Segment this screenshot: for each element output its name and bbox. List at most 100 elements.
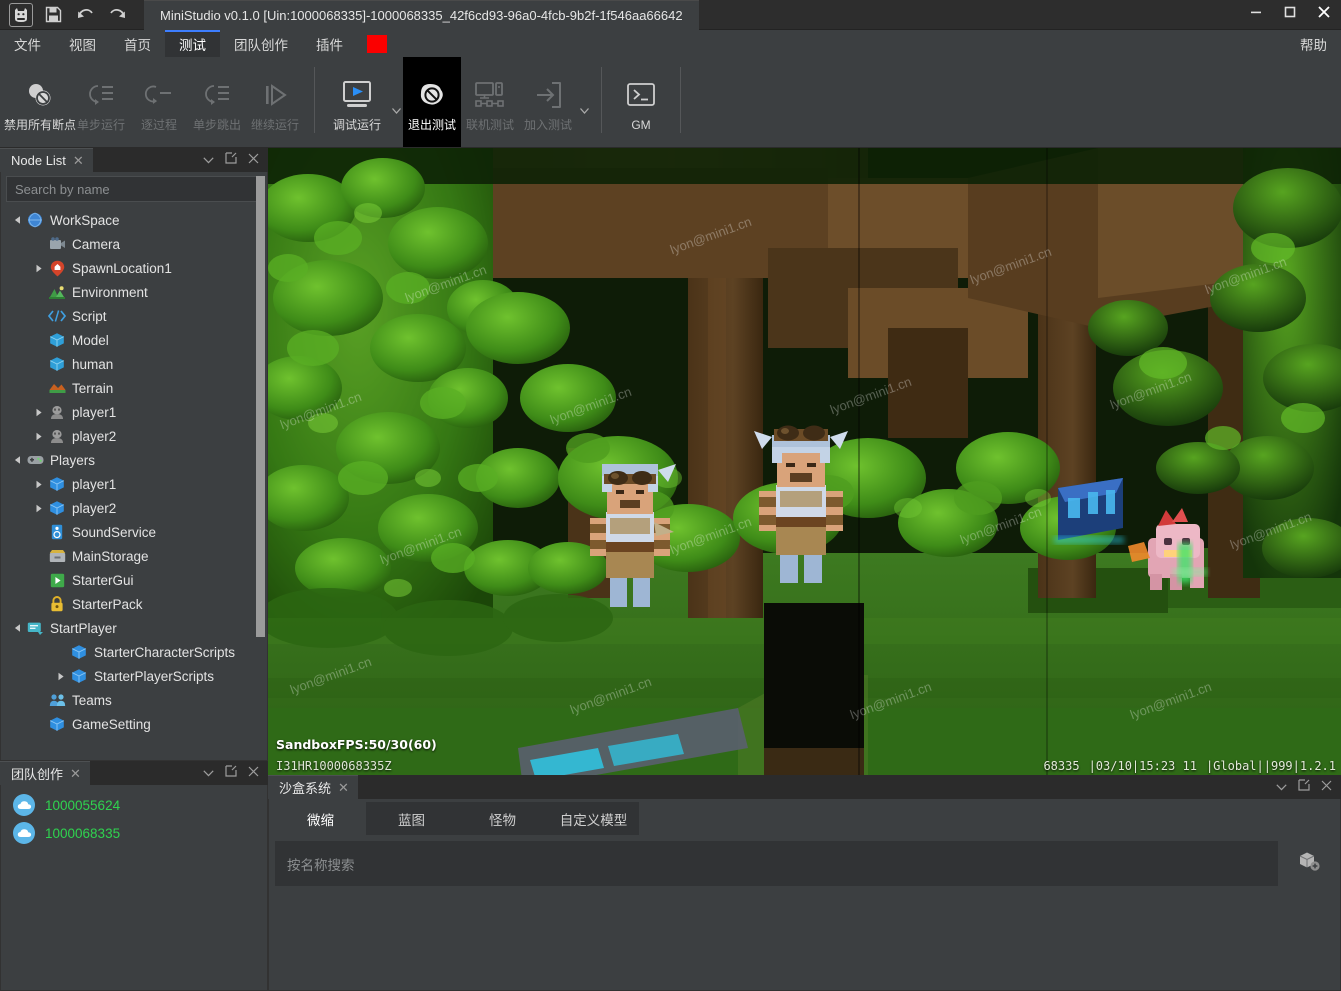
menu-item-home[interactable]: 首页 [110,30,165,57]
add-model-button[interactable] [1284,841,1334,886]
chevron-down-icon[interactable] [203,764,214,782]
close-icon[interactable]: ✕ [338,781,349,794]
tab-miniature[interactable]: 微缩 [275,802,366,835]
sandbox-search-input[interactable]: 按名称搜索 [275,841,1278,886]
team-member-row[interactable]: 1000068335 [1,819,267,847]
tab-monster[interactable]: 怪物 [457,802,548,835]
tree-item-player1[interactable]: player1 [1,472,267,496]
node-tree[interactable]: WorkSpace Camera SpawnLocation1 Environment… [1,206,267,760]
tree-scrollbar-thumb[interactable] [256,176,265,637]
twisty-expanded-icon[interactable] [9,456,25,464]
tree-item-teams[interactable]: Teams [1,688,267,712]
tree-item-model[interactable]: Model [1,328,267,352]
team-panel-actions [194,761,268,785]
tree-item-player2[interactable]: player2 [1,424,267,448]
twisty-expanded-icon[interactable] [9,216,25,224]
tree-item-script[interactable]: Script [1,304,267,328]
menu-item-view[interactable]: 视图 [55,30,110,57]
menu-item-team[interactable]: 团队创作 [220,30,302,57]
join-test-button[interactable]: 加入测试 [519,57,577,147]
minimize-button[interactable] [1239,0,1273,30]
search-input[interactable]: Search by name [6,176,262,202]
model-cube-icon [47,332,67,348]
main-body: Node List ✕ Search by name WorkSpace Cam… [0,148,1341,991]
tab-team-creation[interactable]: 团队创作 ✕ [0,761,90,785]
twisty-collapsed-icon[interactable] [31,432,47,441]
panel-close-icon[interactable] [1321,778,1332,796]
step-into-button[interactable]: 单步运行 [72,57,130,147]
tree-item-player1[interactable]: player1 [1,400,267,424]
debug-run-button[interactable]: 调试运行 [325,57,389,147]
menu-bar: 文件 视图 首页 测试 团队创作 插件 帮助 [0,30,1341,57]
team-member-row[interactable]: 1000055624 [1,791,267,819]
undock-icon[interactable] [225,151,237,169]
menu-item-file[interactable]: 文件 [0,30,55,57]
maximize-button[interactable] [1273,0,1307,30]
menu-item-help[interactable]: 帮助 [1286,30,1341,57]
environment-icon [47,285,67,299]
tree-item-camera[interactable]: Camera [1,232,267,256]
stop-test-button[interactable]: 退出测试 [403,57,461,147]
application-window: MiniStudio v0.1.0 [Uin:1000068335]-10000… [0,0,1341,991]
twisty-collapsed-icon[interactable] [31,480,47,489]
close-button[interactable] [1307,0,1341,30]
panel-close-icon[interactable] [248,764,259,782]
redo-button[interactable] [102,2,132,28]
undo-button[interactable] [70,2,100,28]
tree-scrollbar[interactable] [256,176,265,712]
app-logo-button[interactable] [6,2,36,28]
undock-icon[interactable] [1298,778,1310,796]
close-icon[interactable]: ✕ [73,154,84,167]
add-model-icon [1297,849,1321,878]
tab-blueprint[interactable]: 蓝图 [366,802,457,835]
multiplayer-test-button[interactable]: 联机测试 [461,57,519,147]
tab-custom-model[interactable]: 自定义模型 [548,802,639,835]
tree-item-player2[interactable]: player2 [1,496,267,520]
tree-item-startergui[interactable]: StarterGui [1,568,267,592]
twisty-collapsed-icon[interactable] [31,504,47,513]
menu-item-plugin[interactable]: 插件 [302,30,357,57]
starter-gui-icon [47,573,67,588]
tree-item-gamesetting[interactable]: GameSetting [1,712,267,736]
join-test-dropdown[interactable] [577,101,591,147]
tree-item-mainstorage[interactable]: MainStorage [1,544,267,568]
chevron-down-icon[interactable] [1276,778,1287,796]
game-viewport[interactable]: lyon@mini1.cn lyon@mini1.cn lyon@mini1.c… [268,148,1341,775]
tree-item-starterplayerscripts[interactable]: StarterPlayerScripts [1,664,267,688]
tree-item-workspace[interactable]: WorkSpace [1,208,267,232]
sandbox-panel-header: 沙盒系统 ✕ [268,775,1341,799]
twisty-collapsed-icon[interactable] [31,264,47,273]
twisty-collapsed-icon[interactable] [53,672,69,681]
tab-node-list[interactable]: Node List ✕ [0,148,93,172]
debug-run-dropdown[interactable] [389,101,403,147]
titlebar-drag-area [699,0,1239,29]
resume-button[interactable]: 继续运行 [246,57,304,147]
tree-item-soundservice[interactable]: SoundService [1,520,267,544]
recording-indicator-icon[interactable] [367,34,387,53]
tree-item-terrain[interactable]: Terrain [1,376,267,400]
gm-console-button[interactable]: GM [612,57,670,147]
sandbox-results-area[interactable] [275,892,1334,984]
tree-item-startercharacterscripts[interactable]: StarterCharacterScripts [1,640,267,664]
step-over-button[interactable]: 逐过程 [130,57,188,147]
disable-all-breakpoints-button[interactable]: 禁用所有断点 [4,57,76,147]
close-icon[interactable]: ✕ [70,767,81,780]
undock-icon[interactable] [225,764,237,782]
undo-icon [76,6,95,23]
twisty-collapsed-icon[interactable] [31,408,47,417]
tree-item-startplayer[interactable]: StartPlayer [1,616,267,640]
save-button[interactable] [38,2,68,28]
tree-item-human[interactable]: human [1,352,267,376]
twisty-expanded-icon[interactable] [9,624,25,632]
step-out-button[interactable]: 单步跳出 [188,57,246,147]
chevron-down-icon[interactable] [203,151,214,169]
tree-item-environment[interactable]: Environment [1,280,267,304]
tree-item-starterpack[interactable]: StarterPack [1,592,267,616]
team-member-id: 1000068335 [45,825,121,841]
panel-close-icon[interactable] [248,151,259,169]
menu-item-test[interactable]: 测试 [165,30,220,57]
tree-item-spawnlocation1[interactable]: SpawnLocation1 [1,256,267,280]
document-tab[interactable]: MiniStudio v0.1.0 [Uin:1000068335]-10000… [144,0,699,30]
tree-item-players[interactable]: Players [1,448,267,472]
tab-sandbox-system[interactable]: 沙盒系统 ✕ [268,775,358,799]
